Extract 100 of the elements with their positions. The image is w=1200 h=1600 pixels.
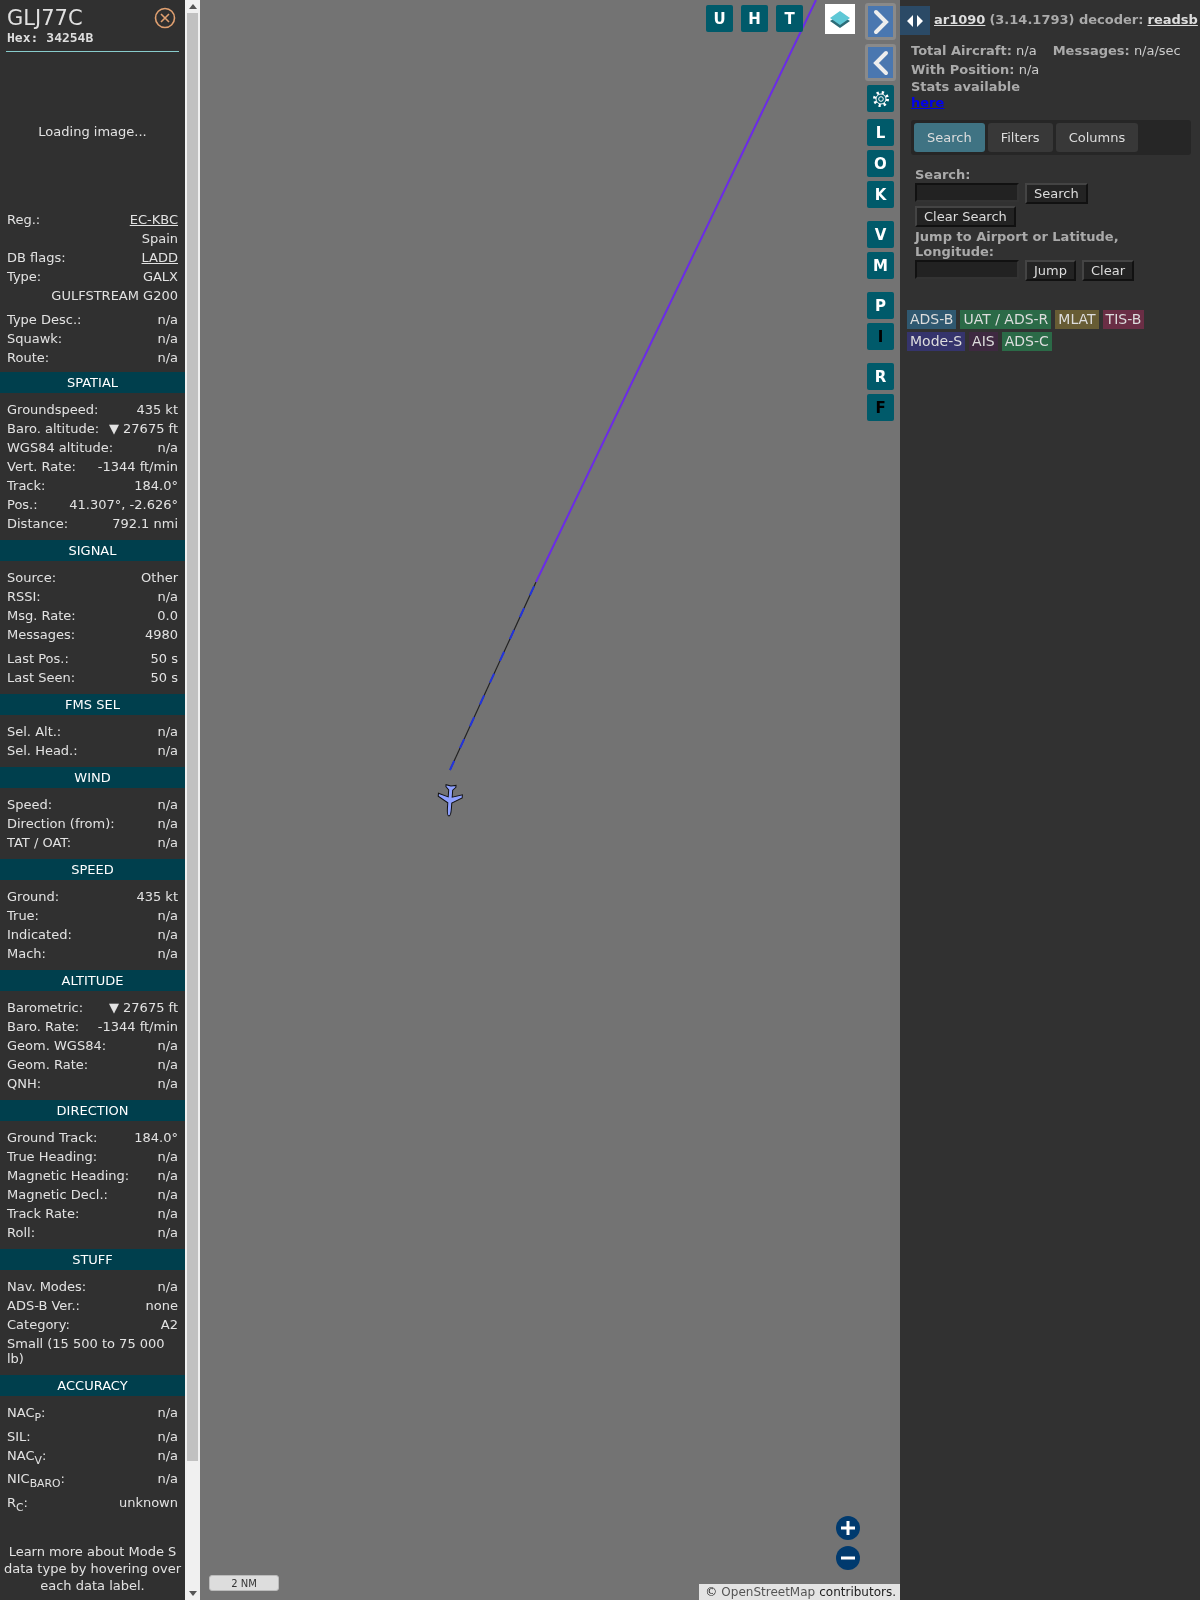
field-link[interactable]: EC-KBC	[129, 210, 178, 229]
scroll-thumb[interactable]	[187, 13, 198, 1461]
field-value: -1344 ft/min	[97, 1018, 178, 1036]
field-value: Spain	[141, 230, 178, 248]
field-label: Last Seen:	[7, 669, 76, 687]
field-value: n/a	[157, 815, 178, 833]
field-value: ▼ 27675 ft	[108, 999, 178, 1017]
field-link[interactable]: LADD	[141, 248, 178, 267]
zoom-in-button[interactable]	[836, 1516, 860, 1540]
map-toggle-button[interactable]: M	[867, 252, 894, 279]
field-label: Reg.:	[7, 211, 41, 229]
hex-label: Hex:	[7, 30, 39, 45]
decoder-link[interactable]: readsb	[1147, 11, 1198, 27]
collapse-button[interactable]	[865, 44, 896, 81]
jump-button[interactable]: Jump	[1025, 260, 1076, 281]
settings-button[interactable]	[867, 85, 894, 112]
callsign: GLJ77C	[7, 6, 83, 30]
map-toggle-button[interactable]: T	[776, 5, 803, 32]
field-label: Category:	[7, 1316, 70, 1334]
search-field[interactable]	[915, 183, 1019, 202]
section-header: DIRECTION	[0, 1100, 185, 1121]
map-toggle-button[interactable]: K	[867, 181, 894, 208]
field-note: Small (15 500 to 75 000 lb)	[7, 1335, 166, 1368]
field-value: -1344 ft/min	[97, 458, 178, 476]
field-value: 435 kt	[136, 888, 178, 906]
field-label: Barometric:	[7, 999, 84, 1017]
scroll-down-icon[interactable]	[188, 1591, 197, 1596]
field-label: DB flags:	[7, 249, 66, 267]
field-label: NAC$_{V}$:	[7, 1446, 47, 1469]
field-value: n/a	[157, 1037, 178, 1055]
field-value: ▼ 27675 ft	[108, 420, 178, 438]
aircraft-icon[interactable]	[437, 784, 463, 817]
clear-search-button[interactable]: Clear Search	[915, 206, 1016, 227]
field-label: Type Desc.:	[7, 311, 82, 329]
map-toggle-button[interactable]: U	[706, 5, 733, 32]
section-header: SPATIAL	[0, 372, 185, 393]
map-toggle-button[interactable]: L	[867, 119, 894, 146]
field-label: Route:	[7, 349, 50, 367]
close-icon[interactable]	[154, 7, 176, 29]
hex-code: 34254B	[46, 30, 94, 45]
map-toggle-button[interactable]: R	[867, 363, 894, 390]
field-label: NIC$_{BARO}$:	[7, 1470, 65, 1492]
map-toggle-button[interactable]: O	[867, 150, 894, 177]
field-value: 0.0	[157, 607, 178, 625]
field-label: Squawk:	[7, 330, 63, 348]
tab[interactable]: Columns	[1055, 123, 1139, 152]
map-toggle-button[interactable]: P	[867, 292, 894, 319]
settings-icon	[870, 88, 891, 109]
layers-icon[interactable]	[825, 4, 855, 34]
scrollbar[interactable]	[185, 0, 200, 1600]
field-value: 792.1 nmi	[112, 515, 178, 533]
stat-label: With Position:	[911, 62, 1015, 77]
section-header: ALTITUDE	[0, 970, 185, 991]
map-toggle-button[interactable]: V	[867, 221, 894, 248]
source-tag: MLAT	[1055, 310, 1099, 329]
stat-label: Messages:	[1052, 43, 1130, 58]
field-value: GULFSTREAM G200	[51, 287, 178, 305]
field-label: WGS84 altitude:	[7, 439, 114, 457]
attribution-link[interactable]: OpenStreetMap	[721, 1585, 816, 1599]
jump-field[interactable]	[915, 260, 1019, 279]
field-value: n/a	[157, 907, 178, 925]
search-label: Search:	[915, 167, 972, 182]
field-label: ADS-B Ver.:	[7, 1297, 80, 1315]
left-right-arrows-icon	[905, 14, 925, 27]
zoom-out-button[interactable]	[836, 1546, 860, 1570]
copyright-sign: ©	[705, 1585, 718, 1599]
field-value: n/a	[157, 1446, 178, 1465]
field-label: Sel. Head.:	[7, 742, 78, 760]
scroll-up-icon[interactable]	[188, 4, 197, 9]
source-tag: ADS-B	[907, 310, 957, 329]
field-value: 50 s	[150, 650, 178, 668]
source-tag: UAT / ADS-R	[960, 310, 1052, 329]
section-header: WIND	[0, 767, 185, 788]
field-label: TAT / OAT:	[7, 834, 72, 852]
section-header: ACCURACY	[0, 1375, 185, 1396]
panel-toggle-button[interactable]	[900, 6, 930, 35]
photo-status: Loading image...	[38, 123, 147, 139]
field-label: Indicated:	[7, 926, 72, 944]
stat-label: Total Aircraft:	[911, 43, 1012, 58]
attribution-text: contributors.	[819, 1585, 896, 1599]
stat-value: n/a	[1016, 43, 1037, 58]
stats-note: Stats available	[911, 79, 1021, 94]
expand-button[interactable]	[865, 3, 896, 40]
tab[interactable]: Search	[914, 123, 985, 152]
help-note: Learn more about Mode S data type by hovering over each data label.	[2, 1543, 183, 1595]
field-label: Ground:	[7, 888, 60, 906]
stat-value: n/a	[1018, 62, 1040, 77]
search-button[interactable]: Search	[1025, 183, 1088, 204]
field-value: n/a	[157, 945, 178, 963]
app-link[interactable]: ar1090	[934, 11, 986, 27]
field-value: n/a	[157, 349, 178, 367]
scale-bar: 2 NM	[209, 1575, 279, 1591]
clear-button[interactable]: Clear	[1082, 260, 1134, 281]
field-value: 184.0°	[134, 477, 178, 495]
field-label: Ground Track:	[7, 1129, 98, 1147]
tab[interactable]: Filters	[987, 123, 1053, 152]
map-toggle-button[interactable]: H	[741, 5, 768, 32]
field-value: n/a	[157, 1148, 178, 1166]
field-value: 41.307°, -2.626°	[69, 496, 178, 514]
field-label: Roll:	[7, 1224, 35, 1242]
